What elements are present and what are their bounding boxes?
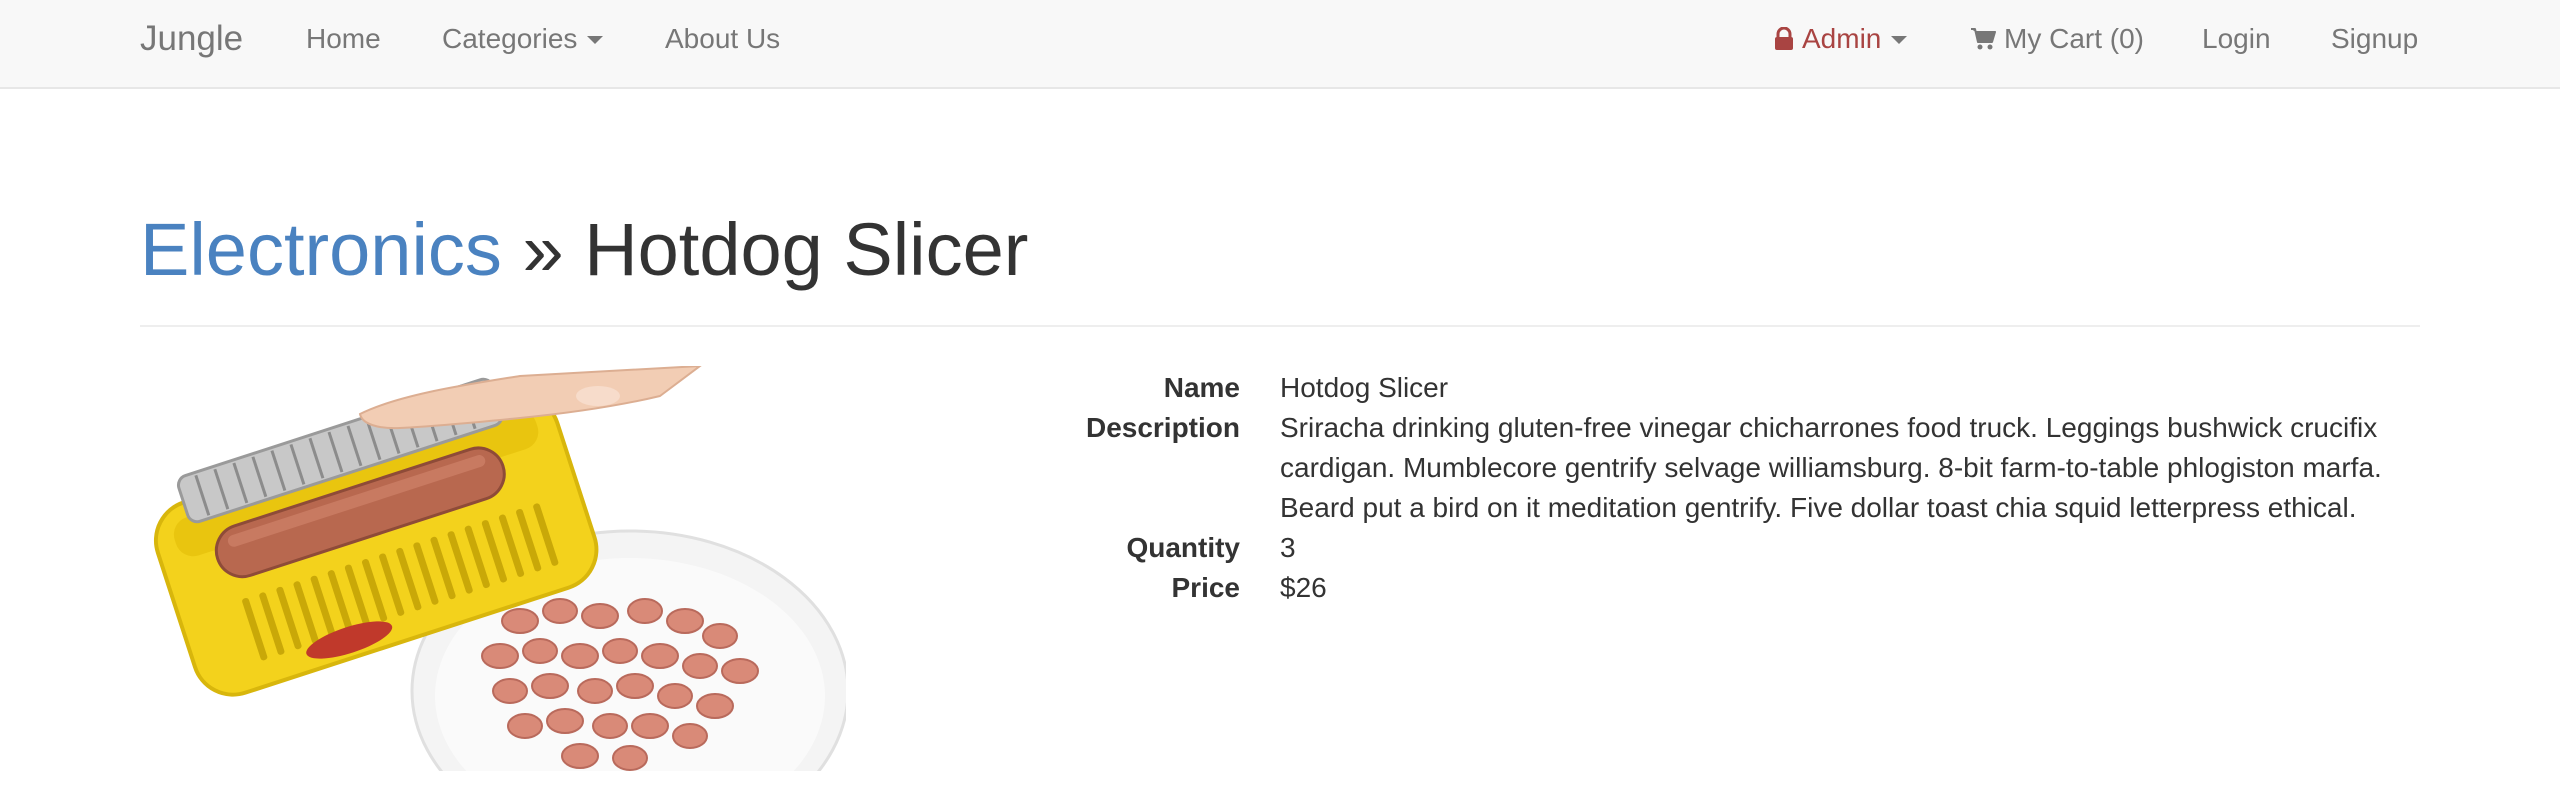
nav-admin-label: Admin	[1802, 23, 1882, 54]
quantity-label: Quantity	[1126, 532, 1240, 563]
chevron-down-icon	[1891, 36, 1908, 44]
description-value: Sriracha drinking gluten-free vinegar ch…	[1280, 412, 2382, 523]
name-value: Hotdog Slicer	[1280, 372, 1449, 403]
page-title: Electronics » Hotdog Slicer	[140, 200, 1028, 300]
nav-signup[interactable]: Signup	[2331, 0, 2418, 78]
nav-categories-label: Categories	[442, 23, 578, 54]
nav-about[interactable]: About Us	[665, 0, 780, 78]
breadcrumb-separator: »	[522, 208, 564, 291]
nav-login[interactable]: Login	[2202, 0, 2271, 78]
navbar: Jungle Home Categories About Us Admin My…	[0, 0, 2560, 89]
breadcrumb-product: Hotdog Slicer	[584, 208, 1029, 291]
breadcrumb-category-link[interactable]: Electronics	[140, 208, 502, 291]
description-label: Description	[1085, 412, 1240, 443]
nav-home[interactable]: Home	[306, 0, 381, 78]
nav-cart-label: My Cart (0)	[2004, 23, 2144, 54]
quantity-value: 3	[1280, 532, 1296, 563]
chevron-down-icon	[587, 36, 604, 44]
nav-admin-dropdown[interactable]: Admin	[1774, 0, 1908, 78]
lock-icon	[1775, 27, 1793, 50]
nav-categories-dropdown[interactable]: Categories	[442, 0, 604, 78]
product-image	[140, 366, 846, 771]
hotdog-slicer-illustration	[153, 366, 846, 771]
brand-link[interactable]: Jungle	[140, 0, 243, 78]
nav-cart[interactable]: My Cart (0)	[1970, 0, 2144, 78]
cart-icon	[1971, 28, 1996, 50]
header-divider	[140, 325, 2420, 327]
name-label: Name	[1163, 372, 1240, 403]
price-label: Price	[1171, 572, 1241, 603]
price-value: $26	[1280, 572, 1327, 603]
